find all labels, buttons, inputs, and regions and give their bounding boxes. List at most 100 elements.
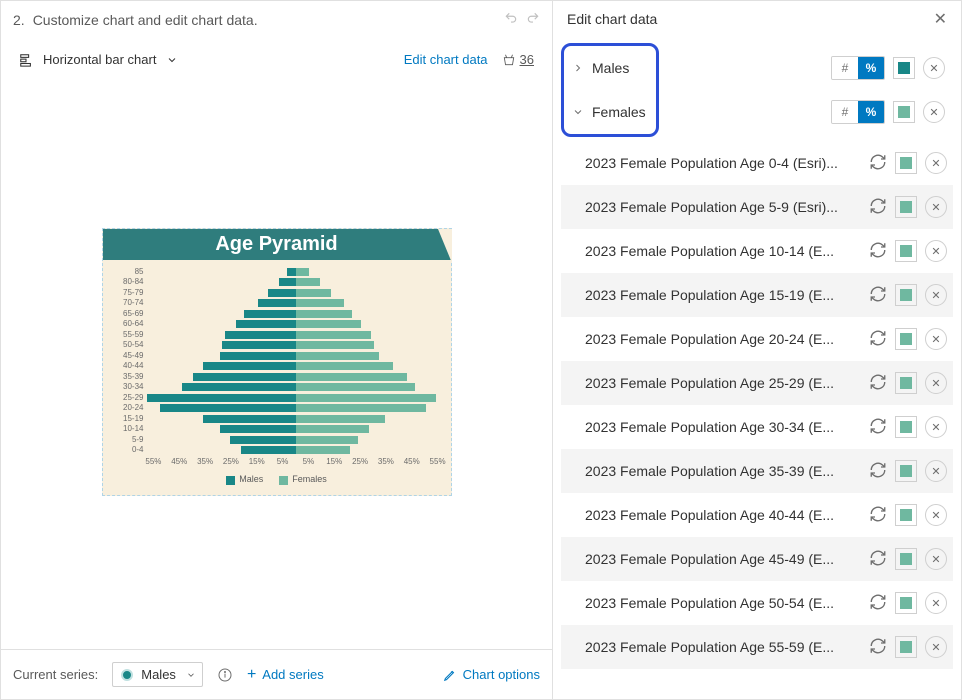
info-icon[interactable] bbox=[217, 667, 233, 683]
chart-preview[interactable]: Age Pyramid 8580-8475-7970-7465-6960-645… bbox=[102, 228, 452, 495]
delete-item[interactable]: ✕ bbox=[925, 284, 947, 306]
delete-item[interactable]: ✕ bbox=[925, 548, 947, 570]
series-group-males[interactable]: Males bbox=[566, 46, 654, 90]
age-label: 70-74 bbox=[109, 299, 147, 307]
data-item-label: 2023 Female Population Age 5-9 (Esri)... bbox=[567, 199, 863, 215]
bar-females bbox=[296, 383, 415, 391]
data-item-row[interactable]: 2023 Female Population Age 45-49 (E... ✕ bbox=[561, 537, 953, 581]
age-label: 80-84 bbox=[109, 278, 147, 286]
data-item-row[interactable]: 2023 Female Population Age 25-29 (E...✕ bbox=[561, 361, 953, 405]
edit-chart-data-panel: Edit chart data ✕ Males Females bbox=[553, 1, 961, 699]
bar-females bbox=[296, 425, 369, 433]
delete-item[interactable]: ✕ bbox=[925, 504, 947, 526]
delete-item[interactable]: ✕ bbox=[925, 416, 947, 438]
age-label: 25-29 bbox=[109, 394, 147, 402]
refresh-icon[interactable] bbox=[863, 373, 887, 394]
series-color-males[interactable] bbox=[893, 57, 915, 79]
current-series-selector[interactable]: Males bbox=[112, 662, 203, 687]
chart-type-selector[interactable]: Horizontal bar chart bbox=[19, 52, 178, 67]
bar-females bbox=[296, 310, 353, 318]
series-color-females[interactable] bbox=[893, 101, 915, 123]
pyramid-row: 50-54 bbox=[109, 340, 445, 351]
bar-females bbox=[296, 352, 380, 360]
series-group-highlight: Males Females bbox=[561, 43, 659, 137]
redo-icon[interactable] bbox=[526, 11, 540, 28]
delete-series-females[interactable]: ✕ bbox=[923, 101, 945, 123]
item-color[interactable] bbox=[895, 504, 917, 526]
item-color[interactable] bbox=[895, 636, 917, 658]
number-percent-toggle-males[interactable]: #% bbox=[831, 56, 885, 80]
data-item-label: 2023 Female Population Age 45-49 (E... bbox=[567, 551, 863, 567]
delete-item[interactable]: ✕ bbox=[925, 592, 947, 614]
item-color[interactable] bbox=[895, 196, 917, 218]
delete-series-males[interactable]: ✕ bbox=[923, 57, 945, 79]
data-item-row[interactable]: 2023 Female Population Age 55-59 (E...✕ bbox=[561, 625, 953, 669]
refresh-icon[interactable] bbox=[863, 153, 887, 174]
current-series-label: Current series: bbox=[13, 667, 98, 682]
bar-females bbox=[296, 320, 361, 328]
refresh-icon[interactable] bbox=[863, 417, 887, 438]
delete-item[interactable]: ✕ bbox=[925, 152, 947, 174]
item-color[interactable] bbox=[895, 152, 917, 174]
bar-females bbox=[296, 278, 320, 286]
refresh-icon[interactable] bbox=[863, 329, 887, 350]
data-item-row[interactable]: 2023 Female Population Age 5-9 (Esri)...… bbox=[561, 185, 953, 229]
delete-item[interactable]: ✕ bbox=[925, 328, 947, 350]
data-item-row[interactable]: 2023 Female Population Age 10-14 (E...✕ bbox=[561, 229, 953, 273]
chart-options-button[interactable]: Chart options bbox=[443, 667, 540, 682]
axis-tick: 25% bbox=[347, 457, 373, 466]
item-color[interactable] bbox=[895, 416, 917, 438]
close-icon[interactable]: ✕ bbox=[934, 9, 947, 29]
item-color[interactable] bbox=[895, 460, 917, 482]
refresh-icon[interactable] bbox=[863, 197, 887, 218]
item-color[interactable] bbox=[895, 328, 917, 350]
add-series-button[interactable]: +Add series bbox=[247, 667, 324, 683]
delete-item[interactable]: ✕ bbox=[925, 196, 947, 218]
age-label: 75-79 bbox=[109, 289, 147, 297]
delete-item[interactable]: ✕ bbox=[925, 240, 947, 262]
refresh-icon[interactable] bbox=[863, 549, 887, 570]
refresh-icon[interactable] bbox=[863, 285, 887, 306]
data-item-row[interactable]: 2023 Female Population Age 50-54 (E... ✕ bbox=[561, 581, 953, 625]
refresh-icon[interactable] bbox=[863, 241, 887, 262]
pyramid-row: 85 bbox=[109, 266, 445, 277]
pyramid-row: 75-79 bbox=[109, 287, 445, 298]
data-item-row[interactable]: 2023 Female Population Age 35-39 (E... ✕ bbox=[561, 449, 953, 493]
refresh-icon[interactable] bbox=[863, 461, 887, 482]
data-item-row[interactable]: 2023 Female Population Age 0-4 (Esri)...… bbox=[561, 141, 953, 185]
data-item-row[interactable]: 2023 Female Population Age 40-44 (E...✕ bbox=[561, 493, 953, 537]
step-header: 2. Customize chart and edit chart data. bbox=[1, 1, 552, 44]
step-number: 2. bbox=[13, 12, 25, 28]
data-item-row[interactable]: 2023 Female Population Age 20-24 (E...✕ bbox=[561, 317, 953, 361]
item-color[interactable] bbox=[895, 548, 917, 570]
undo-icon[interactable] bbox=[504, 11, 518, 28]
pyramid-row: 5-9 bbox=[109, 434, 445, 445]
delete-item[interactable]: ✕ bbox=[925, 636, 947, 658]
delete-item[interactable]: ✕ bbox=[925, 372, 947, 394]
item-color[interactable] bbox=[895, 372, 917, 394]
data-item-row[interactable]: 2023 Female Population Age 30-34 (E...✕ bbox=[561, 405, 953, 449]
customize-pane: 2. Customize chart and edit chart data. … bbox=[1, 1, 553, 699]
data-item-row[interactable]: 2023 Female Population Age 15-19 (E...✕ bbox=[561, 273, 953, 317]
delete-item[interactable]: ✕ bbox=[925, 460, 947, 482]
item-color[interactable] bbox=[895, 240, 917, 262]
bar-females bbox=[296, 436, 358, 444]
age-label: 30-34 bbox=[109, 383, 147, 391]
bar-females bbox=[296, 268, 310, 276]
series-group-females[interactable]: Females bbox=[566, 90, 654, 134]
chart-legend: Males Females bbox=[103, 466, 451, 494]
pyramid-row: 45-49 bbox=[109, 350, 445, 361]
data-item-label: 2023 Female Population Age 50-54 (E... bbox=[567, 595, 863, 611]
refresh-icon[interactable] bbox=[863, 637, 887, 658]
group-name: Females bbox=[592, 104, 648, 120]
refresh-icon[interactable] bbox=[863, 593, 887, 614]
number-percent-toggle-females[interactable]: #% bbox=[831, 100, 885, 124]
pyramid-row: 0-4 bbox=[109, 445, 445, 456]
axis-tick: 55% bbox=[425, 457, 451, 466]
item-color[interactable] bbox=[895, 592, 917, 614]
data-item-label: 2023 Female Population Age 35-39 (E... bbox=[567, 463, 863, 479]
variable-count[interactable]: 36 bbox=[502, 52, 534, 67]
edit-chart-data-link[interactable]: Edit chart data bbox=[404, 52, 488, 67]
item-color[interactable] bbox=[895, 284, 917, 306]
refresh-icon[interactable] bbox=[863, 505, 887, 526]
